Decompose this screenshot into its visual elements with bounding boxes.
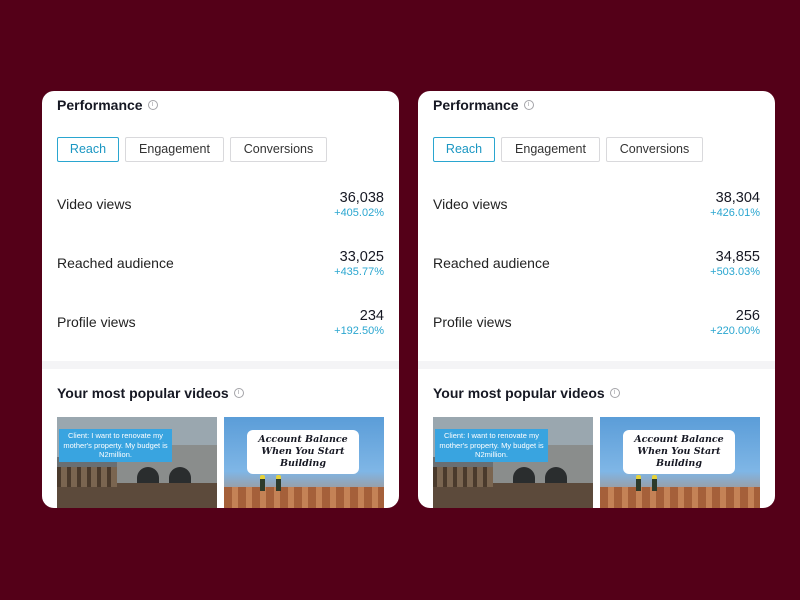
metric-video-views: Video views 38,304 +426.01% [433,184,760,224]
tab-bar: Reach Engagement Conversions [57,137,327,162]
info-icon[interactable]: i [523,100,534,110]
metric-value: 256 [735,307,760,324]
metric-profile-views: Profile views 256 +220.00% [433,302,760,342]
metric-label: Video views [57,196,132,212]
popular-videos-title: Your most popular videos i [433,385,620,401]
video-thumbnail[interactable]: Account Balance When You Start Building [224,417,384,508]
metric-reached-audience: Reached audience 33,025 +435.77% [57,243,384,283]
tab-reach[interactable]: Reach [433,137,495,162]
metric-change: +503.03% [710,265,760,278]
info-icon[interactable]: i [233,388,244,398]
metric-value: 36,038 [339,189,384,206]
metric-label: Reached audience [433,255,550,271]
tab-engagement[interactable]: Engagement [501,137,600,162]
metric-reached-audience: Reached audience 34,855 +503.03% [433,243,760,283]
video-caption: Client: I want to renovate my mother's p… [59,429,172,462]
metric-value: 234 [359,307,384,324]
metric-change: +435.77% [334,265,384,278]
video-thumbnail[interactable]: Client: I want to renovate my mother's p… [433,417,593,508]
performance-title: Performance i [57,97,158,113]
metric-change: +192.50% [334,324,384,337]
performance-panel-left: Performance i Reach Engagement Conversio… [42,91,399,508]
video-thumbnail[interactable]: Account Balance When You Start Building [600,417,760,508]
tab-bar: Reach Engagement Conversions [433,137,703,162]
section-divider [42,361,399,369]
video-caption: Account Balance When You Start Building [623,430,735,474]
metric-change: +220.00% [710,324,760,337]
metric-label: Profile views [57,314,136,330]
tab-reach[interactable]: Reach [57,137,119,162]
video-caption: Client: I want to renovate my mother's p… [435,429,548,462]
metric-change: +405.02% [334,206,384,219]
metric-profile-views: Profile views 234 +192.50% [57,302,384,342]
metric-change: +426.01% [710,206,760,219]
metric-label: Video views [433,196,508,212]
video-thumbnail[interactable]: Client: I want to renovate my mother's p… [57,417,217,508]
video-caption: Account Balance When You Start Building [247,430,359,474]
metric-video-views: Video views 36,038 +405.02% [57,184,384,224]
metric-label: Profile views [433,314,512,330]
metric-label: Reached audience [57,255,174,271]
tab-conversions[interactable]: Conversions [230,137,327,162]
performance-title: Performance i [433,97,534,113]
popular-videos-title: Your most popular videos i [57,385,244,401]
metric-value: 38,304 [715,189,760,206]
metric-value: 33,025 [339,248,384,265]
tab-conversions[interactable]: Conversions [606,137,703,162]
tab-engagement[interactable]: Engagement [125,137,224,162]
metric-value: 34,855 [715,248,760,265]
info-icon[interactable]: i [609,388,620,398]
section-divider [418,361,775,369]
performance-panel-right: Performance i Reach Engagement Conversio… [418,91,775,508]
info-icon[interactable]: i [147,100,158,110]
